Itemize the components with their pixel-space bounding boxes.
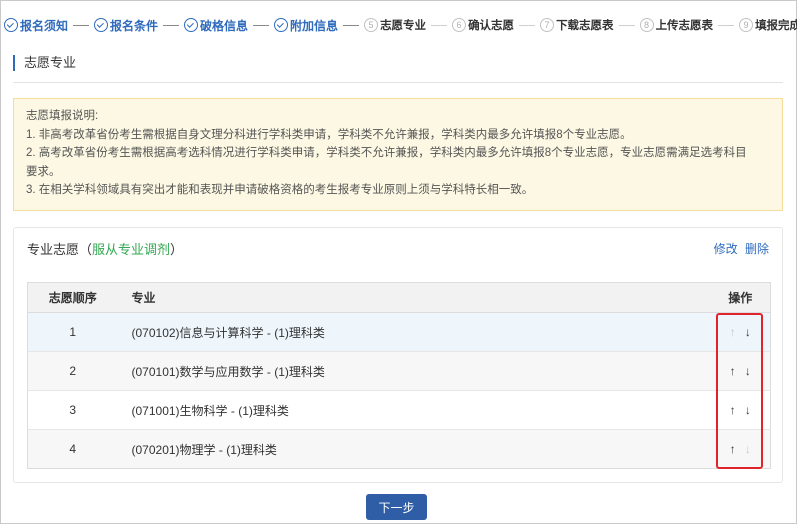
step-9: 9 填报完成 xyxy=(739,17,797,33)
step-4[interactable]: 附加信息 xyxy=(274,17,338,34)
step-connector xyxy=(431,24,448,26)
step-connector xyxy=(519,24,536,26)
check-icon xyxy=(94,18,109,32)
step-6: 6 确认志愿 xyxy=(452,17,514,33)
move-down-icon[interactable]: ↓ xyxy=(742,404,754,416)
step-label: 附加信息 xyxy=(290,18,339,33)
ops-cell: ↑ ↓ xyxy=(710,351,771,391)
table-row[interactable]: 3 (071001)生物科学 - (1)理科类 ↑ ↓ xyxy=(27,390,771,430)
step-label: 下载志愿表 xyxy=(556,20,614,32)
step-1[interactable]: 报名须知 xyxy=(4,17,68,34)
delete-link[interactable]: 删除 xyxy=(745,242,769,256)
major-cell: (070101)数学与应用数学 - (1)理科类 xyxy=(117,351,711,391)
header-ops: 操作 xyxy=(710,282,771,313)
step-progress-bar: 报名须知 报名条件 破格信息 附加信息 5 志愿专业 6 确认志愿 7 下载志愿… xyxy=(4,15,797,35)
step-8: 8 上传志愿表 xyxy=(639,17,714,33)
header-order: 志愿顺序 xyxy=(27,282,118,313)
major-cell: (070102)信息与计算科学 - (1)理科类 xyxy=(117,312,711,352)
section-title: 志愿专业 xyxy=(13,55,76,71)
step-label: 报名须知 xyxy=(20,18,69,33)
notice-line: 1. 非高考改革省份考生需根据自身文理分科进行学科类申请，学科类不允许兼报，学科… xyxy=(26,128,632,141)
step-label: 填报完成 xyxy=(755,20,797,32)
move-down-icon[interactable]: ↓ xyxy=(742,326,754,338)
step-label: 报名条件 xyxy=(110,18,159,33)
panel-title-text: 专业志愿（ xyxy=(27,242,93,257)
edit-link[interactable]: 修改 xyxy=(714,242,738,256)
step-2[interactable]: 报名条件 xyxy=(94,17,158,34)
step-label: 上传志愿表 xyxy=(655,20,714,32)
panel-title-text: ） xyxy=(170,242,184,257)
step-number: 7 xyxy=(540,18,555,32)
table-row[interactable]: 2 (070101)数学与应用数学 - (1)理科类 ↑ ↓ xyxy=(27,351,771,391)
step-label: 志愿专业 xyxy=(380,20,427,32)
order-cell: 2 xyxy=(27,351,118,391)
move-down-icon[interactable]: ↓ xyxy=(742,365,754,377)
adjustment-status: 服从专业调剂 xyxy=(92,242,171,257)
step-number: 8 xyxy=(639,18,654,32)
check-icon xyxy=(184,18,199,32)
notice-title: 志愿填报说明: xyxy=(26,110,99,122)
notice-line: 3. 在相关学科领域具有突出才能和表现并申请破格资格的考生报考专业原则上须与学科… xyxy=(26,184,534,197)
order-cell: 1 xyxy=(27,312,118,352)
header-major: 专业 xyxy=(117,282,711,313)
preferences-table: 志愿顺序 专业 操作 1 (070102)信息与计算科学 - (1)理科类 ↑ … xyxy=(27,282,771,469)
step-5: 5 志愿专业 xyxy=(364,17,426,33)
panel-title: 专业志愿（服从专业调剂） xyxy=(27,239,183,258)
instructions-notice: 志愿填报说明: 1. 非高考改革省份考生需根据自身文理分科进行学科类申请，学科类… xyxy=(13,98,783,211)
move-up-icon[interactable]: ↑ xyxy=(727,443,739,455)
order-cell: 3 xyxy=(27,390,118,430)
table-row[interactable]: 1 (070102)信息与计算科学 - (1)理科类 ↑ ↓ xyxy=(27,312,771,352)
move-down-icon: ↓ xyxy=(744,442,751,456)
step-connector xyxy=(73,24,90,26)
step-number: 9 xyxy=(739,18,754,32)
next-step-button[interactable]: 下一步 xyxy=(366,494,427,520)
major-preferences-panel: 专业志愿（服从专业调剂） 修改 删除 志愿顺序 专业 操作 1 (070102)… xyxy=(13,227,783,483)
table-header-row: 志愿顺序 专业 操作 xyxy=(27,282,771,313)
move-up-icon[interactable]: ↑ xyxy=(727,365,739,377)
check-icon xyxy=(4,18,18,32)
ops-cell: ↑ ↓ xyxy=(710,390,771,430)
ops-cell: ↑ ↓ xyxy=(710,312,771,352)
divider xyxy=(13,82,783,83)
step-3[interactable]: 破格信息 xyxy=(184,17,248,34)
panel-actions: 修改 删除 xyxy=(710,240,769,257)
ops-cell: ↑ ↓ xyxy=(710,429,771,469)
table-row[interactable]: 4 (070201)物理学 - (1)理科类 ↑ ↓ xyxy=(27,429,771,469)
step-7: 7 下载志愿表 xyxy=(540,17,614,33)
step-number: 5 xyxy=(364,18,379,32)
order-cell: 4 xyxy=(27,429,118,469)
step-number: 6 xyxy=(452,18,467,32)
panel-header: 专业志愿（服从专业调剂） 修改 删除 xyxy=(14,228,782,266)
move-up-icon[interactable]: ↑ xyxy=(727,404,739,416)
step-connector xyxy=(343,24,360,26)
major-cell: (070201)物理学 - (1)理科类 xyxy=(117,429,711,469)
step-connector xyxy=(718,24,735,26)
step-label: 确认志愿 xyxy=(468,20,515,32)
step-connector xyxy=(163,24,180,26)
move-up-icon: ↑ xyxy=(729,325,736,339)
step-connector xyxy=(253,24,270,26)
notice-line: 要求。 xyxy=(26,165,61,178)
check-icon xyxy=(274,18,289,32)
step-connector xyxy=(618,24,635,26)
major-cell: (071001)生物科学 - (1)理科类 xyxy=(117,390,711,430)
notice-line: 2. 高考改革省份考生需根据高考选科情况进行学科类申请，学科类不允许兼报，学科类… xyxy=(26,147,747,160)
step-label: 破格信息 xyxy=(200,18,249,33)
